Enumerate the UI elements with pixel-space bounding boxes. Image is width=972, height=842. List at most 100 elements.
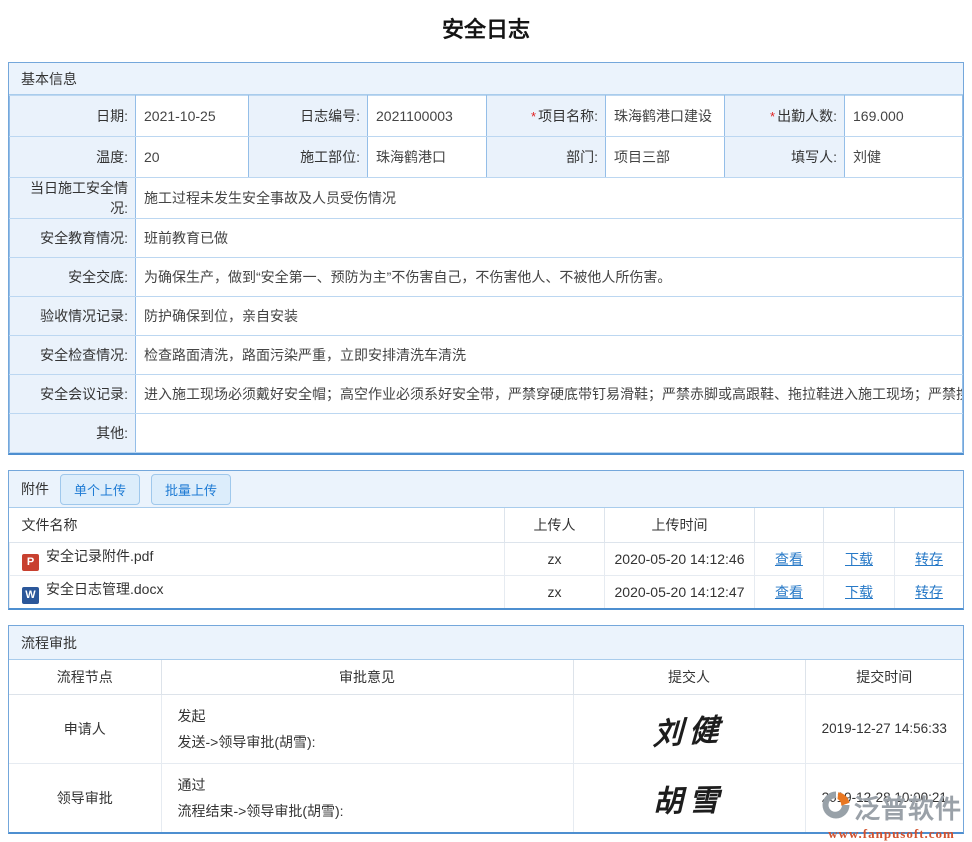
- attendance-label: *出勤人数:: [725, 96, 845, 137]
- basic-info-table: 日期: 2021-10-25 日志编号: 2021100003 *项目名称: 珠…: [9, 95, 963, 453]
- opinion-line: 发送->领导审批(胡雪):: [178, 729, 572, 755]
- attachments-section-header: 附件 单个上传 批量上传: [9, 471, 963, 508]
- opinion-line: 流程结束->领导审批(胡雪):: [178, 798, 572, 824]
- attachments-table: 文件名称 上传人 上传时间 P 安全记录附件.pdf zx 2020-05-20 …: [9, 508, 963, 608]
- upload-time-header: 上传时间: [605, 508, 755, 542]
- table-header-row: 流程节点 审批意见 提交人 提交时间: [9, 660, 963, 694]
- uploader-cell: zx: [505, 542, 605, 575]
- pdf-file-icon: P: [22, 554, 39, 571]
- acceptance-record-label: 验收情况记录:: [10, 297, 136, 336]
- table-row: 安全检查情况: 检查路面清洗，路面污染严重，立即安排清洗车清洗: [10, 336, 963, 375]
- batch-upload-button[interactable]: 批量上传: [151, 474, 231, 505]
- table-row: 日期: 2021-10-25 日志编号: 2021100003 *项目名称: 珠…: [10, 96, 963, 137]
- flow-node-header: 流程节点: [9, 660, 161, 694]
- brand-watermark: 泛普软件 www.fanpusoft.com: [821, 789, 962, 842]
- approval-section-header: 流程审批: [9, 626, 963, 660]
- save-as-link[interactable]: 转存: [915, 551, 943, 567]
- file-name-cell: W 安全日志管理.docx: [10, 575, 505, 608]
- table-row: 安全教育情况: 班前教育已做: [10, 219, 963, 258]
- attachments-panel: 附件 单个上传 批量上传 文件名称 上传人 上传时间 P 安全记录附件.pdf z…: [8, 470, 964, 610]
- safety-education-label: 安全教育情况:: [10, 219, 136, 258]
- safety-meeting-label: 安全会议记录:: [10, 375, 136, 414]
- submitter-cell: 刘健: [573, 694, 805, 763]
- action-header-empty: [895, 508, 964, 542]
- download-link[interactable]: 下载: [845, 584, 873, 600]
- required-mark: *: [770, 109, 775, 124]
- download-link[interactable]: 下载: [845, 551, 873, 567]
- submit-time-cell: 2019-12-27 14:56:33: [805, 694, 963, 763]
- safety-education-value: 班前教育已做: [136, 219, 963, 258]
- flow-node-cell: 领导审批: [9, 763, 161, 832]
- log-number-value: 2021100003: [368, 96, 487, 137]
- approval-opinion-cell: 发起 发送->领导审批(胡雪):: [161, 694, 573, 763]
- department-label: 部门:: [487, 137, 606, 178]
- writer-label: 填写人:: [725, 137, 845, 178]
- table-row: P 安全记录附件.pdf zx 2020-05-20 14:12:46 查看 下载…: [10, 542, 964, 575]
- acceptance-record-value: 防护确保到位，亲自安装: [136, 297, 963, 336]
- table-row: 验收情况记录: 防护确保到位，亲自安装: [10, 297, 963, 336]
- flow-node-cell: 申请人: [9, 694, 161, 763]
- table-header-row: 文件名称 上传人 上传时间: [10, 508, 964, 542]
- save-as-link[interactable]: 转存: [915, 584, 943, 600]
- construction-part-value: 珠海鹤港口: [368, 137, 487, 178]
- safety-meeting-value: 进入施工现场必须戴好安全帽；高空作业必须系好安全带，严禁穿硬底带钉易滑鞋；严禁赤…: [136, 375, 963, 414]
- file-name: 安全记录附件.pdf: [46, 548, 153, 564]
- date-value: 2021-10-25: [136, 96, 249, 137]
- attachments-title: 附件: [21, 479, 49, 499]
- table-row: 领导审批 通过 流程结束->领导审批(胡雪): 胡雪 2019-12-28 10…: [9, 763, 963, 832]
- table-row: 安全交底: 为确保生产，做到“安全第一、预防为主”不伤害自己，不伤害他人、不被他…: [10, 258, 963, 297]
- basic-info-section-header: 基本信息: [9, 63, 963, 95]
- table-row: 申请人 发起 发送->领导审批(胡雪): 刘健 2019-12-27 14:56…: [9, 694, 963, 763]
- table-row: 安全会议记录: 进入施工现场必须戴好安全帽；高空作业必须系好安全带，严禁穿硬底带…: [10, 375, 963, 414]
- page-title: 安全日志: [0, 0, 972, 62]
- project-name-value: 珠海鹤港口建设: [606, 96, 725, 137]
- opinion-line: 通过: [178, 772, 572, 798]
- uploader-header: 上传人: [505, 508, 605, 542]
- brand-name: 泛普软件: [854, 789, 962, 826]
- other-label: 其他:: [10, 414, 136, 453]
- daily-safety-label: 当日施工安全情况:: [10, 178, 136, 219]
- single-upload-button[interactable]: 单个上传: [60, 474, 140, 505]
- safety-inspection-label: 安全检查情况:: [10, 336, 136, 375]
- action-header-empty: [824, 508, 895, 542]
- file-name-header: 文件名称: [10, 508, 505, 542]
- safety-inspection-value: 检查路面清洗，路面污染严重，立即安排清洗车清洗: [136, 336, 963, 375]
- signature-handwriting: 刘健: [652, 704, 725, 753]
- construction-part-label: 施工部位:: [249, 137, 368, 178]
- table-row: 当日施工安全情况: 施工过程未发生安全事故及人员受伤情况: [10, 178, 963, 219]
- log-number-label: 日志编号:: [249, 96, 368, 137]
- action-header-empty: [755, 508, 824, 542]
- uploader-cell: zx: [505, 575, 605, 608]
- upload-time-cell: 2020-05-20 14:12:46: [605, 542, 755, 575]
- safety-disclosure-label: 安全交底:: [10, 258, 136, 297]
- file-name: 安全日志管理.docx: [46, 581, 163, 597]
- safety-disclosure-value: 为确保生产，做到“安全第一、预防为主”不伤害自己，不伤害他人、不被他人所伤害。: [136, 258, 963, 297]
- required-mark: *: [531, 109, 536, 124]
- upload-time-cell: 2020-05-20 14:12:47: [605, 575, 755, 608]
- temperature-label: 温度:: [10, 137, 136, 178]
- project-name-label: *项目名称:: [487, 96, 606, 137]
- file-name-cell: P 安全记录附件.pdf: [10, 542, 505, 575]
- signature-handwriting: 胡雪: [653, 775, 726, 820]
- other-value: [136, 414, 963, 453]
- table-row: 其他:: [10, 414, 963, 453]
- writer-value: 刘健: [845, 137, 963, 178]
- submit-time-header: 提交时间: [805, 660, 963, 694]
- brand-url: www.fanpusoft.com: [821, 826, 962, 842]
- submitter-cell: 胡雪: [573, 763, 805, 832]
- temperature-value: 20: [136, 137, 249, 178]
- table-row: 温度: 20 施工部位: 珠海鹤港口 部门: 项目三部 填写人: 刘健: [10, 137, 963, 178]
- safety-log-page: 安全日志 基本信息 日期: 2021-10-25 日志编号: 202110000…: [0, 0, 972, 842]
- brand-logo-icon: [821, 790, 851, 825]
- approval-table: 流程节点 审批意见 提交人 提交时间 申请人 发起 发送->领导审批(胡雪): …: [9, 660, 963, 832]
- view-link[interactable]: 查看: [775, 584, 803, 600]
- daily-safety-value: 施工过程未发生安全事故及人员受伤情况: [136, 178, 963, 219]
- department-value: 项目三部: [606, 137, 725, 178]
- opinion-line: 发起: [178, 703, 572, 729]
- basic-info-panel: 基本信息 日期: 2021-10-25 日志编号: 2021100003 *项目…: [8, 62, 964, 455]
- word-file-icon: W: [22, 587, 39, 604]
- table-row: W 安全日志管理.docx zx 2020-05-20 14:12:47 查看 下…: [10, 575, 964, 608]
- date-label: 日期:: [10, 96, 136, 137]
- view-link[interactable]: 查看: [775, 551, 803, 567]
- submitter-header: 提交人: [573, 660, 805, 694]
